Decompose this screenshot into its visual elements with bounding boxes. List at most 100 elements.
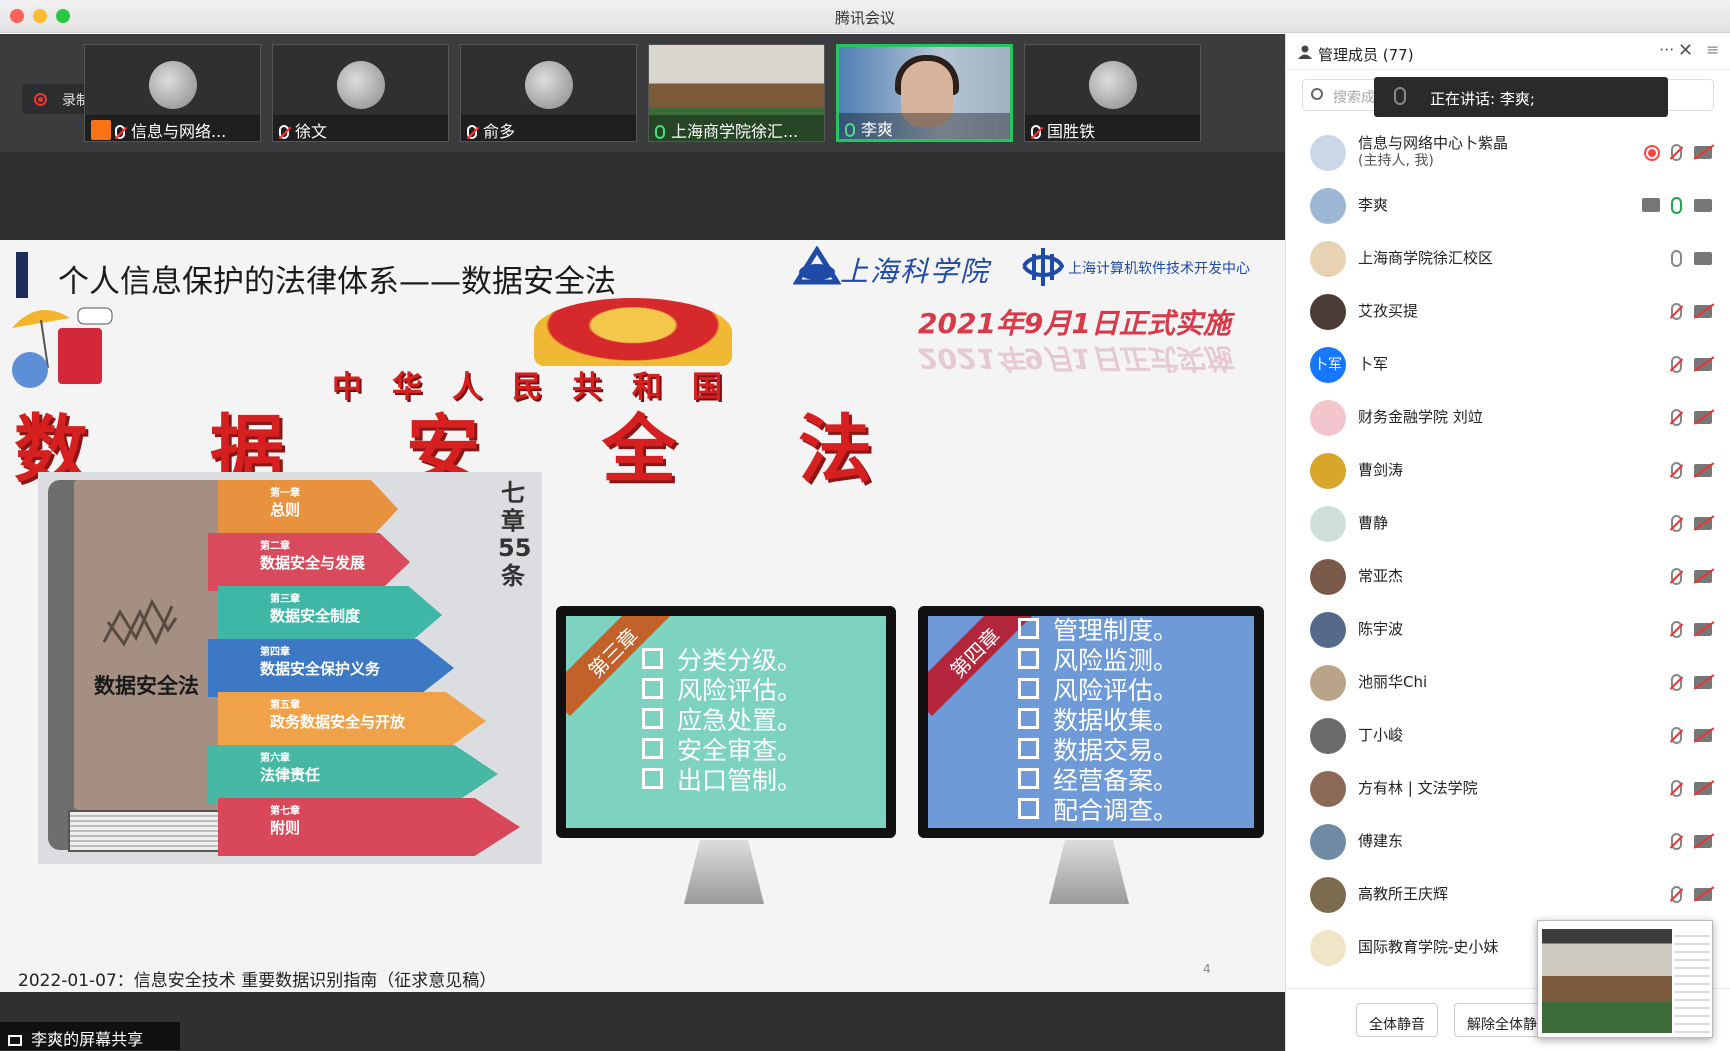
mic-icon[interactable]	[1671, 250, 1682, 267]
member-name-block: 上海商学院徐汇校区	[1358, 249, 1493, 267]
member-row[interactable]: 上海商学院徐汇校区	[1286, 232, 1730, 285]
obligation-item: 数据收集。	[1018, 706, 1178, 736]
chapter-arrow: 第六章 法律责任	[208, 745, 498, 803]
meeting-stage: 录制中 信息与网络... 徐文 俞多 上海商学院徐汇... 李爽 国胜铁 个人信息保护的法…	[0, 34, 1285, 1051]
mic-muted-icon[interactable]	[1671, 833, 1682, 850]
member-list[interactable]: 信息与网络中心卜紫晶 (主持人, 我) 李爽上海商学院徐汇校区 艾孜买提卜军 卜军 财务金…	[1286, 126, 1730, 988]
camera-off-icon[interactable]	[1694, 570, 1712, 583]
mute-all-button[interactable]: 全体静音	[1356, 1003, 1438, 1037]
member-row[interactable]: 财务金融学院 刘竝	[1286, 391, 1730, 444]
monitor-screen: 第三章 分类分级。 风险评估。 应急处置。 安全审查。 出口管制。	[566, 616, 886, 828]
window-titlebar: 腾讯会议	[0, 0, 1730, 33]
camera-off-icon[interactable]	[1694, 146, 1712, 159]
member-avatar	[1310, 612, 1346, 648]
camera-icon[interactable]	[1694, 199, 1712, 212]
mic-muted-icon[interactable]	[1671, 674, 1682, 691]
obligation-item: 风险评估。	[1018, 676, 1178, 706]
member-name-block: 曹剑涛	[1358, 461, 1403, 479]
member-row[interactable]: 李爽	[1286, 179, 1730, 232]
mic-muted-icon[interactable]	[1671, 727, 1682, 744]
mic-icon[interactable]	[1671, 197, 1682, 214]
obligation-item: 数据交易。	[1018, 736, 1178, 766]
data-protection-cartoon-icon	[12, 307, 113, 388]
mic-icon	[845, 123, 855, 137]
chapter-number: 第六章	[260, 753, 290, 764]
more-options-icon[interactable]: ···	[1659, 40, 1674, 59]
video-tile[interactable]: 上海商学院徐汇...	[648, 44, 825, 142]
member-name-block: 曹静	[1358, 514, 1388, 532]
mic-muted-icon[interactable]	[1671, 462, 1682, 479]
mic-muted-icon[interactable]	[1671, 886, 1682, 903]
slide-title: 个人信息保护的法律体系——数据安全法	[58, 264, 616, 300]
mic-muted-icon	[279, 125, 289, 139]
chapter-arrow: 第五章 政务数据安全与开放	[218, 692, 486, 750]
camera-off-icon[interactable]	[1694, 729, 1712, 742]
video-tile[interactable]: 徐文	[272, 44, 449, 142]
mic-muted-icon[interactable]	[1671, 621, 1682, 638]
screen-share-label[interactable]: 李爽的屏幕共享	[0, 1022, 180, 1050]
member-avatar	[1310, 930, 1346, 966]
member-name-block: 高教所王庆辉	[1358, 885, 1448, 903]
slide-page-number: 4	[1203, 962, 1211, 976]
member-row[interactable]: 方有林 | 文法学院	[1286, 762, 1730, 815]
tile-caption: 徐文	[273, 115, 448, 141]
camera-off-icon[interactable]	[1694, 676, 1712, 689]
member-name: 高教所王庆辉	[1358, 885, 1449, 903]
video-tile[interactable]: 国胜铁	[1024, 44, 1201, 142]
member-avatar	[1310, 294, 1346, 330]
preview-panel	[1674, 929, 1710, 1033]
mic-muted-icon[interactable]	[1671, 409, 1682, 426]
camera-off-icon[interactable]	[1694, 305, 1712, 318]
share-owner-label: 李爽的屏幕共享	[31, 1030, 144, 1049]
tile-caption: 上海商学院徐汇...	[649, 115, 824, 141]
mic-muted-icon[interactable]	[1671, 568, 1682, 585]
camera-off-icon[interactable]	[1694, 464, 1712, 477]
mic-muted-icon[interactable]	[1671, 144, 1682, 161]
window-title: 腾讯会议	[834, 9, 895, 27]
mic-muted-icon[interactable]	[1671, 356, 1682, 373]
camera-off-icon[interactable]	[1694, 835, 1712, 848]
video-tile[interactable]: 信息与网络...	[84, 44, 261, 142]
obligations-list: 管理制度。 风险监测。 风险评估。 数据收集。 数据交易。 经营备案。 配合调查。	[1018, 616, 1178, 826]
chapter-number: 第七章	[270, 806, 300, 817]
speaker-mic-icon	[1394, 87, 1406, 105]
self-view-preview[interactable]	[1537, 920, 1713, 1038]
chapter-name: 数据安全与发展	[260, 553, 366, 572]
menu-icon[interactable]: ≡	[1706, 40, 1719, 59]
member-row[interactable]: 池丽华Chi	[1286, 656, 1730, 709]
mic-muted-icon[interactable]	[1671, 303, 1682, 320]
close-panel-icon[interactable]: ✕	[1678, 40, 1693, 61]
mic-muted-icon[interactable]	[1671, 780, 1682, 797]
member-row[interactable]: 信息与网络中心卜紫晶 (主持人, 我)	[1286, 126, 1730, 179]
member-avatar	[1310, 453, 1346, 489]
camera-off-icon[interactable]	[1694, 782, 1712, 795]
mic-muted-icon[interactable]	[1671, 515, 1682, 532]
measure-item: 出口管制。	[642, 766, 802, 796]
effective-date: 2021年9月1日正式实施	[918, 307, 1231, 340]
chapter-arrow: 第七章 附则	[218, 798, 520, 856]
law-chapters-illustration: 数据安全法 第一章 总则 第二章 数据安全与发展 第三章 数据安全制度 第四章 数据安全保护义…	[38, 472, 542, 864]
camera-off-icon[interactable]	[1694, 517, 1712, 530]
member-name-block: 常亚杰	[1358, 567, 1403, 585]
member-name-block: 国际教育学院-史小妹	[1358, 938, 1498, 956]
camera-off-icon[interactable]	[1694, 888, 1712, 901]
member-row[interactable]: 卜军 卜军	[1286, 338, 1730, 391]
camera-off-icon[interactable]	[1694, 411, 1712, 424]
member-row[interactable]: 傅建东	[1286, 815, 1730, 868]
member-row[interactable]: 常亚杰	[1286, 550, 1730, 603]
camera-off-icon[interactable]	[1694, 623, 1712, 636]
member-row[interactable]: 曹静	[1286, 497, 1730, 550]
tile-name: 上海商学院徐汇...	[671, 122, 799, 141]
video-tile[interactable]: 俞多	[460, 44, 637, 142]
video-tile[interactable]: 李爽	[836, 44, 1013, 142]
camera-icon[interactable]	[1694, 252, 1712, 265]
member-row[interactable]: 高教所王庆辉	[1286, 868, 1730, 921]
camera-off-icon[interactable]	[1694, 358, 1712, 371]
member-row[interactable]: 陈宇波	[1286, 603, 1730, 656]
unmute-all-button[interactable]: 解除全体静音	[1454, 1003, 1544, 1037]
sast-logo-icon	[793, 246, 841, 285]
member-row[interactable]: 曹剑涛	[1286, 444, 1730, 497]
member-name-block: 艾孜买提	[1358, 302, 1418, 320]
member-row[interactable]: 丁小峻	[1286, 709, 1730, 762]
member-row[interactable]: 艾孜买提	[1286, 285, 1730, 338]
